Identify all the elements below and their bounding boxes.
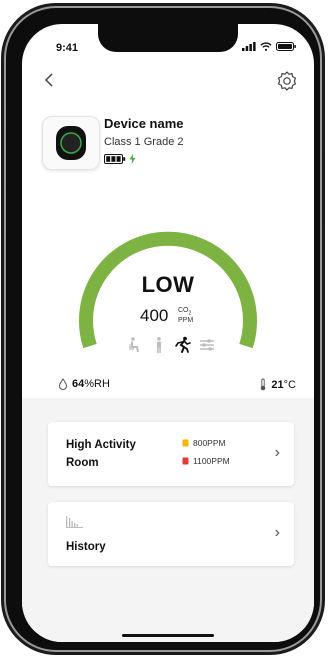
humidity-reading: 64%RH — [58, 378, 110, 390]
co2-unit: CO2 PPM — [178, 307, 193, 325]
battery-status-icon — [276, 42, 296, 51]
history-card[interactable]: History › — [48, 502, 294, 566]
activity-card-title-line2: Room — [66, 457, 99, 469]
notch — [98, 24, 238, 52]
thermometer-icon — [261, 378, 266, 391]
charging-icon — [129, 154, 136, 164]
alert-level-icon — [182, 457, 189, 465]
back-icon[interactable] — [40, 70, 60, 90]
chevron-right-icon: › — [274, 444, 280, 461]
co2-sensor-image — [56, 126, 86, 160]
co2-unit-top: CO — [178, 307, 189, 314]
co2-unit-sub: 2 — [188, 310, 192, 317]
silent-switch — [1, 102, 4, 124]
co2-value: 400 — [140, 306, 169, 325]
co2-unit-formula: CO2 — [178, 307, 192, 317]
temperature-value: 21 — [271, 378, 284, 391]
humidity-value: 64 — [72, 378, 85, 390]
history-chart-icon — [66, 516, 83, 528]
chevron-right-icon: › — [274, 524, 280, 541]
wifi-icon — [260, 42, 272, 51]
activity-card-title: High Activity Room — [66, 436, 136, 472]
battery-icon — [104, 154, 126, 164]
app-screen: 9:41 Device name Class 1 Grade 2 LOW 400… — [22, 24, 314, 642]
warning-threshold: 800PPM — [182, 438, 226, 448]
running-person-icon[interactable] — [174, 336, 192, 354]
details-panel: High Activity Room 800PPM 1100PPM › Hist… — [22, 398, 314, 642]
activity-level-selector — [126, 336, 216, 354]
alert-threshold-value: 1100PPM — [193, 456, 230, 466]
status-icons — [242, 42, 296, 51]
standing-person-icon[interactable] — [150, 336, 168, 354]
device-name: Device name — [104, 116, 184, 131]
humidity-unit: %RH — [84, 378, 110, 390]
activity-threshold-card[interactable]: High Activity Room 800PPM 1100PPM › — [48, 422, 294, 486]
seated-person-icon[interactable] — [126, 336, 144, 354]
device-image — [42, 116, 100, 170]
co2-unit-bottom: PPM — [178, 317, 194, 325]
gear-icon[interactable] — [276, 70, 298, 92]
signal-icon — [242, 42, 256, 51]
activity-card-title-line1: High Activity — [66, 439, 136, 451]
power-button — [322, 156, 325, 220]
device-battery — [104, 154, 136, 164]
phone-frame: 9:41 Device name Class 1 Grade 2 LOW 400… — [1, 6, 325, 652]
volume-up-button — [1, 142, 4, 182]
temperature-reading: 21°C — [259, 378, 296, 391]
status-time: 9:41 — [56, 42, 79, 54]
history-title: History — [66, 541, 106, 553]
home-indicator[interactable] — [122, 634, 214, 637]
volume-down-button — [1, 192, 4, 232]
humidity-icon — [58, 378, 68, 390]
warning-level-icon — [182, 439, 189, 447]
device-class: Class 1 Grade 2 — [104, 136, 184, 148]
warning-threshold-value: 800PPM — [193, 438, 226, 448]
temperature-unit: °C — [283, 378, 296, 391]
sliders-icon[interactable] — [198, 336, 216, 354]
co2-level-label: LOW — [141, 272, 195, 297]
alert-threshold: 1100PPM — [182, 456, 230, 466]
